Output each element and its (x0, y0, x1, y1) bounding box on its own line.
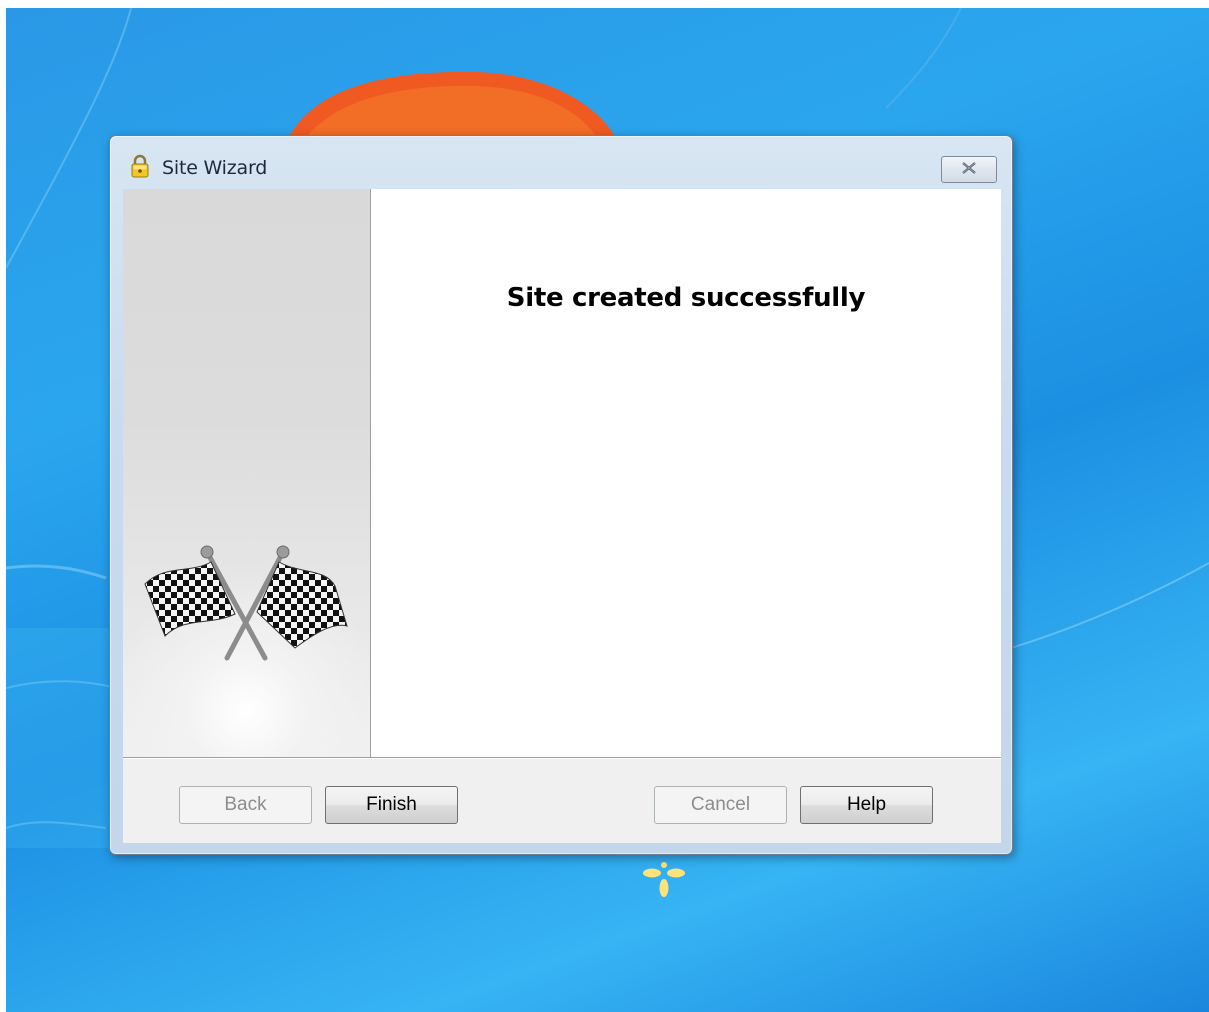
screen: Site Wizard Site created successfully Ba… (0, 0, 1209, 1012)
cancel-button[interactable]: Cancel (654, 786, 787, 824)
checkered-flags-icon (135, 544, 355, 668)
wizard-side-panel (123, 189, 371, 757)
finish-button[interactable]: Finish (325, 786, 458, 824)
padlock-icon (130, 154, 150, 178)
page-heading: Site created successfully (506, 283, 866, 313)
back-button[interactable]: Back (179, 786, 312, 824)
window-title: Site Wizard (162, 157, 268, 179)
help-button[interactable]: Help (800, 786, 933, 824)
title-bar[interactable]: Site Wizard (110, 136, 1012, 188)
site-wizard-dialog: Site Wizard Site created successfully Ba… (109, 135, 1013, 855)
close-button[interactable] (941, 156, 997, 183)
dialog-client-area: Site created successfully Back Finish Ca… (123, 189, 1001, 843)
wizard-content-area: Site created successfully (371, 189, 1001, 757)
button-bar: Back Finish Cancel Help (123, 759, 1001, 843)
desktop-background: Site Wizard Site created successfully Ba… (6, 8, 1209, 1012)
close-icon (960, 160, 978, 179)
